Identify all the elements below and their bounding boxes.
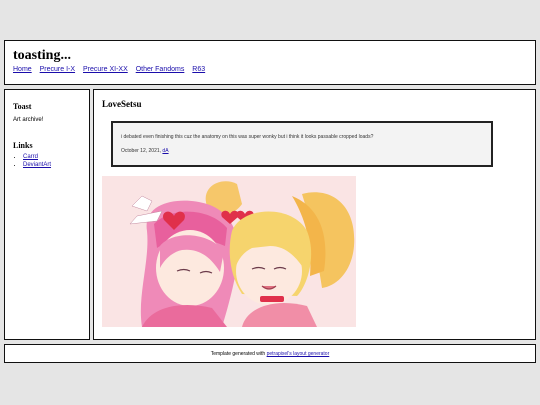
post-source-link[interactable]: dA — [162, 148, 168, 154]
list-item: Carrd — [23, 153, 51, 161]
main-nav: Home Precure I-X Precure XI-XX Other Fan… — [13, 66, 211, 73]
sidebar-toast-text: Art archive! — [13, 117, 44, 123]
nav-other-fandoms-link[interactable]: Other Fandoms — [136, 66, 185, 73]
footer: Template generated with petrapixel's lay… — [4, 344, 536, 363]
sidebar: Toast Art archive! Links Carrd DeviantAr… — [4, 89, 90, 340]
nav-precure-11-20-link[interactable]: Precure XI-XX — [83, 66, 128, 73]
sidebar-links-list: Carrd DeviantArt — [13, 153, 51, 169]
carrd-link[interactable]: Carrd — [23, 154, 38, 160]
footer-generator-link[interactable]: petrapixel's layout generator — [267, 351, 330, 357]
post-date: October 12, 2021, — [121, 148, 162, 154]
list-item: DeviantArt — [23, 161, 51, 169]
nav-r63-link[interactable]: R63 — [192, 66, 205, 73]
sidebar-toast-heading: Toast — [13, 102, 32, 111]
nav-precure-1-10-link[interactable]: Precure I-X — [40, 66, 75, 73]
header: toasting... Home Precure I-X Precure XI-… — [4, 40, 536, 85]
footer-text: Template generated with petrapixel's lay… — [5, 351, 535, 357]
deviantart-link[interactable]: DeviantArt — [23, 162, 51, 168]
post-caption-box: i debated even finishing this cuz the an… — [111, 121, 493, 167]
artwork-image — [102, 176, 356, 327]
post-title: LoveSetsu — [102, 99, 142, 109]
nav-home-link[interactable]: Home — [13, 66, 32, 73]
main-content: LoveSetsu i debated even finishing this … — [93, 89, 536, 340]
site-title: toasting... — [13, 48, 71, 63]
footer-prefix: Template generated with — [210, 351, 266, 357]
post-meta: October 12, 2021, dA — [121, 148, 169, 154]
post-text: i debated even finishing this cuz the an… — [121, 134, 374, 140]
sidebar-links-heading: Links — [13, 141, 33, 150]
